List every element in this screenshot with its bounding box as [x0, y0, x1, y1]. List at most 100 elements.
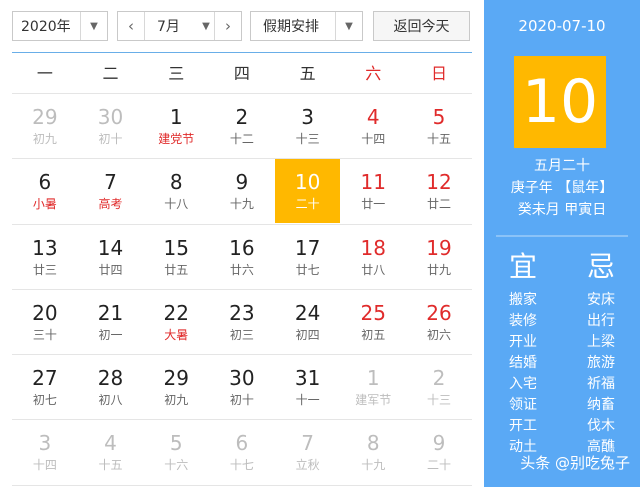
day-cell[interactable]: 2 十二: [209, 94, 275, 158]
day-number: 9: [235, 170, 249, 195]
day-cell[interactable]: 29 初九: [12, 94, 78, 158]
month-stepper[interactable]: ‹ 7月 ▼ ›: [117, 11, 242, 41]
day-cell[interactable]: 9 二十: [406, 420, 472, 484]
lunar-label: 廿六: [229, 262, 254, 277]
day-number: 29: [163, 366, 189, 391]
day-number: 24: [294, 300, 321, 325]
holiday-select[interactable]: 假期安排 ▼: [250, 11, 363, 41]
day-cell[interactable]: 22 大暑: [143, 290, 209, 354]
lunar-label: 初八: [98, 393, 123, 408]
lunar-label: 廿九: [426, 262, 451, 277]
day-cell[interactable]: 21 初一: [78, 290, 144, 354]
lunar-info: 五月二十 庚子年 【鼠年】 癸未月 甲寅日: [484, 155, 640, 221]
day-cell[interactable]: 6 十七: [209, 420, 275, 484]
calendar-week-row: 3 十四 4 十五 5 十六 6 十七 7 立秋 8 十九 9 二十: [12, 420, 472, 486]
day-cell[interactable]: 30 初十: [78, 94, 144, 158]
yi-item: 入宅: [509, 376, 537, 392]
day-cell[interactable]: 2 十三: [406, 355, 472, 419]
ji-item: 出行: [587, 313, 615, 329]
holiday-select-value: 假期安排: [263, 19, 319, 35]
day-cell[interactable]: 24 初四: [275, 290, 341, 354]
divider: [496, 235, 628, 237]
lunar-label: 十八: [164, 197, 189, 212]
lunar-label: 初五: [361, 327, 386, 342]
day-cell[interactable]: 31 十一: [275, 355, 341, 419]
day-cell[interactable]: 4 十四: [340, 94, 406, 158]
day-number: 15: [163, 235, 189, 260]
next-month-icon[interactable]: ›: [214, 12, 241, 40]
day-number: 30: [229, 366, 255, 391]
toolbar: 2020年 ▼ ‹ 7月 ▼ › 假期安排 ▼ 返回今天: [0, 0, 484, 56]
lunar-label: 廿三: [32, 262, 57, 277]
day-cell[interactable]: 9 十九: [209, 159, 275, 223]
day-cell[interactable]: 1 建党节: [143, 94, 209, 158]
day-cell[interactable]: 3 十四: [12, 420, 78, 484]
day-cell[interactable]: 14 廿四: [78, 225, 144, 289]
lunar-label: 廿八: [361, 262, 386, 277]
day-cell[interactable]: 16 廿六: [209, 225, 275, 289]
weekday-header: 一二三四五六日: [12, 56, 472, 94]
lunar-label: 十四: [361, 132, 386, 146]
day-number: 16: [229, 235, 255, 260]
day-number: 19: [426, 235, 452, 260]
day-cell[interactable]: 17 廿七: [275, 225, 341, 289]
day-cell[interactable]: 4 十五: [78, 420, 144, 484]
day-cell[interactable]: 5 十六: [143, 420, 209, 484]
lunar-label: 十一: [295, 393, 320, 408]
lunar-label: 十六: [164, 458, 189, 473]
day-cell[interactable]: 19 廿九: [406, 225, 472, 289]
day-cell[interactable]: 12 廿二: [406, 159, 472, 223]
calendar-week-row: 13 廿三 14 廿四 15 廿五 16 廿六 17 廿七 18 廿八 19 廿九: [12, 225, 472, 290]
day-number: 9: [432, 431, 446, 456]
day-number: 11: [360, 170, 386, 195]
chevron-down-icon[interactable]: ▼: [196, 12, 216, 40]
day-cell[interactable]: 8 十九: [340, 420, 406, 484]
lunar-label: 十九: [361, 458, 386, 473]
yi-item: 开业: [509, 334, 537, 350]
day-cell[interactable]: 25 初五: [340, 290, 406, 354]
month-select-value[interactable]: 7月: [145, 16, 180, 36]
yi-title: 宜: [508, 250, 537, 283]
day-cell[interactable]: 11 廿一: [340, 159, 406, 223]
day-cell[interactable]: 30 初十: [209, 355, 275, 419]
day-cell[interactable]: 5 十五: [406, 94, 472, 158]
watermark: 头条 @别吃兔子: [520, 454, 630, 472]
calendar-grid: 29 初九 30 初十 1 建党节 2 十二 3 十三 4 十四 5 十五 6 小暑 7 高考 8 十八 9 十九 10 二十…: [12, 94, 472, 486]
day-number: 4: [104, 431, 117, 456]
back-today-button[interactable]: 返回今天: [373, 11, 470, 41]
day-cell[interactable]: 29 初九: [143, 355, 209, 419]
day-cell[interactable]: 26 初六: [406, 290, 472, 354]
weekday-label: 一: [36, 64, 53, 83]
yi-item: 领证: [509, 397, 537, 413]
prev-month-icon[interactable]: ‹: [118, 12, 145, 40]
day-cell[interactable]: 3 十三: [275, 94, 341, 158]
day-number: 5: [169, 431, 183, 456]
day-cell[interactable]: 10 二十: [274, 159, 341, 224]
day-cell[interactable]: 15 廿五: [143, 225, 209, 289]
year-select[interactable]: 2020年 ▼: [12, 11, 108, 41]
day-number: 1: [366, 366, 380, 391]
day-cell[interactable]: 8 十八: [143, 159, 209, 223]
day-number: 29: [32, 105, 58, 129]
chevron-down-icon: ▼: [335, 12, 362, 40]
day-cell[interactable]: 27 初七: [12, 355, 78, 419]
lunar-label: 十四: [32, 458, 57, 473]
day-cell[interactable]: 23 初三: [209, 290, 275, 354]
lunar-label: 廿四: [98, 262, 123, 277]
day-cell[interactable]: 18 廿八: [340, 225, 406, 289]
day-cell[interactable]: 13 廿三: [12, 225, 78, 289]
day-cell[interactable]: 28 初八: [78, 355, 144, 419]
day-cell[interactable]: 6 小暑: [12, 159, 78, 223]
ji-item: 上梁: [587, 334, 615, 350]
lunar-label: 初九: [164, 393, 189, 408]
day-cell[interactable]: 7 高考: [78, 159, 144, 223]
lunar-label: 初十: [98, 132, 123, 146]
weekday-label: 二: [102, 64, 119, 83]
day-cell[interactable]: 7 立秋: [275, 420, 341, 484]
lunar-label: 十九: [229, 197, 254, 212]
day-cell[interactable]: 1 建军节: [340, 355, 406, 419]
day-number: 21: [97, 300, 124, 325]
day-cell[interactable]: 20 三十: [12, 290, 78, 354]
lunar-label: 廿七: [295, 262, 320, 277]
day-number: 28: [97, 366, 124, 391]
